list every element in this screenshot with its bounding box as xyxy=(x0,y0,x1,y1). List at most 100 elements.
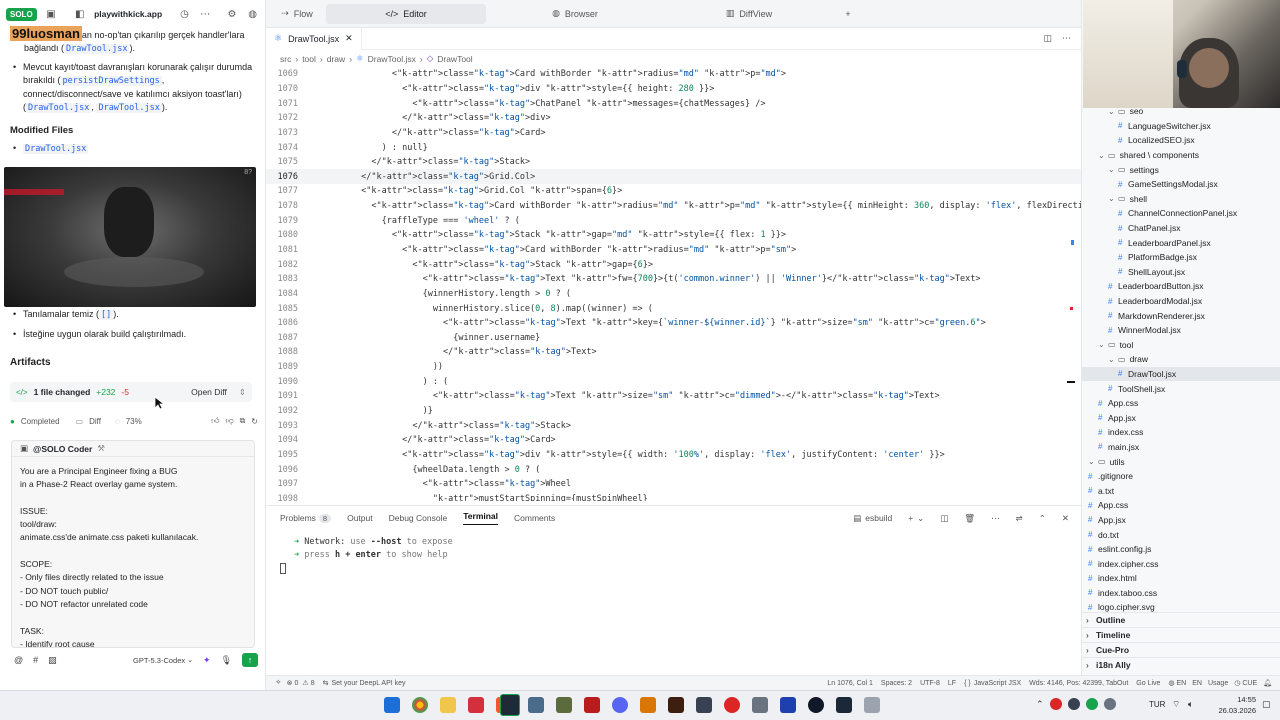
file-ref[interactable]: DrawTool.jsx xyxy=(64,44,130,54)
breadcrumb-item[interactable]: tool xyxy=(302,54,316,64)
hash-icon[interactable]: # xyxy=(33,655,38,665)
prompt-card[interactable]: ▣ @SOLO Coder ⚒ You are a Principal Engi… xyxy=(11,440,255,648)
notification-icon[interactable]: ▢ xyxy=(1262,699,1271,710)
chevron-updown-icon[interactable]: ⇕ xyxy=(239,387,246,398)
tree-folder[interactable]: ⌄ ▭ shell xyxy=(1082,192,1280,207)
code-line[interactable]: 1098 "k-attr">mustStartSpinning={mustSpi… xyxy=(266,492,1081,501)
encoding[interactable]: UTF-8 xyxy=(920,680,940,687)
app-icon[interactable] xyxy=(640,697,656,713)
thumbs-down-icon[interactable]: 👎︎ xyxy=(225,416,233,426)
code-line[interactable]: 1080 <"k-attr">class="k-tag">Stack "k-at… xyxy=(266,228,1081,243)
filezilla-icon[interactable] xyxy=(584,697,600,713)
send-button[interactable]: ↑ xyxy=(242,653,258,667)
code-line[interactable]: 1093 </"k-attr">class="k-tag">Stack> xyxy=(266,418,1081,433)
tab-terminal[interactable]: Terminal xyxy=(463,511,499,525)
app-icon[interactable] xyxy=(780,697,796,713)
mic-icon[interactable]: 🎙︎ xyxy=(221,655,232,666)
more-icon[interactable]: ⋯ xyxy=(991,513,1000,524)
code-line[interactable]: 1084 {winnerHistory.length > 0 ? ( xyxy=(266,287,1081,302)
eol[interactable]: LF xyxy=(948,680,956,687)
image-icon[interactable]: ▨ xyxy=(48,655,57,666)
tab-output[interactable]: Output xyxy=(347,513,373,523)
tree-file[interactable]: # LeaderboardModal.jsx xyxy=(1082,294,1280,309)
code-line[interactable]: 1069 <"k-attr">class="k-tag">Card withBo… xyxy=(266,67,1081,82)
chevron-down-icon[interactable]: ⌄ xyxy=(917,513,924,524)
close-panel-icon[interactable]: ✕ xyxy=(1062,513,1069,524)
tree-file[interactable]: # MarkdownRenderer.jsx xyxy=(1082,308,1280,323)
code-line[interactable]: 1095 <"k-attr">class="k-tag">div "k-attr… xyxy=(266,448,1081,463)
tree-file[interactable]: # App.jsx xyxy=(1082,410,1280,425)
breadcrumb-item[interactable]: DrawTool xyxy=(437,54,472,64)
volume-icon[interactable]: 🔈︎ xyxy=(1188,699,1193,710)
illustrator-icon[interactable] xyxy=(668,697,684,713)
split-terminal-icon[interactable]: ◫ xyxy=(940,513,948,524)
tree-file[interactable]: # PlatformBadge.jsx xyxy=(1082,250,1280,265)
app-icon[interactable] xyxy=(864,697,880,713)
remote-icon[interactable]: ⟡ xyxy=(276,679,281,687)
code-line[interactable]: 1083 <"k-attr">class="k-tag">Text "k-att… xyxy=(266,272,1081,287)
tree-file[interactable]: # ChannelConnectionPanel.jsx xyxy=(1082,206,1280,221)
windows-start-icon[interactable] xyxy=(384,697,400,713)
code-line[interactable]: 1094 </"k-attr">class="k-tag">Card> xyxy=(266,433,1081,448)
tree-file[interactable]: # App.jsx xyxy=(1082,513,1280,528)
tree-folder[interactable]: ⌄ ▭ shared \ components xyxy=(1082,148,1280,163)
sparkle-icon[interactable]: ✦ xyxy=(203,655,211,666)
tree-file[interactable]: # do.txt xyxy=(1082,527,1280,542)
mention-icon[interactable]: @ xyxy=(14,655,23,665)
error-count[interactable]: 0 xyxy=(295,680,299,687)
tray-icon[interactable] xyxy=(1068,698,1080,710)
add-tab-button[interactable]: + xyxy=(838,4,858,24)
tree-file[interactable]: # ToolShell.jsx xyxy=(1082,381,1280,396)
explorer-section[interactable]: › Cue-Pro xyxy=(1082,642,1280,657)
breadcrumb-item[interactable]: src xyxy=(280,54,291,64)
lang-indicator[interactable]: EN xyxy=(1192,680,1202,687)
code-line[interactable]: 1088 </"k-attr">class="k-tag">Text> xyxy=(266,345,1081,360)
tab-debug-console[interactable]: Debug Console xyxy=(389,513,448,523)
tray-chevron-icon[interactable]: ⌃ xyxy=(1036,699,1044,710)
trae-solo-icon[interactable] xyxy=(500,694,520,716)
chrome-icon[interactable] xyxy=(412,697,428,713)
code-line[interactable]: 1092 )} xyxy=(266,404,1081,419)
tree-file[interactable]: # eslint.config.js xyxy=(1082,542,1280,557)
tree-folder[interactable]: ⌄ ▭ utils xyxy=(1082,454,1280,469)
bell-icon[interactable]: 🔔︎ xyxy=(1263,679,1272,687)
warning-icon[interactable]: ⚠ xyxy=(302,679,308,687)
code-line[interactable]: 1078 <"k-attr">class="k-tag">Card withBo… xyxy=(266,199,1081,214)
artifact-card[interactable]: </> 1 file changed +232 -5 Open Diff ⇕ xyxy=(10,382,252,402)
code-line[interactable]: 1070 <"k-attr">class="k-tag">div "k-attr… xyxy=(266,82,1081,97)
solo-app-icon[interactable]: ▣ xyxy=(45,6,58,22)
code-line[interactable]: 1076 </"k-attr">class="k-tag">Grid.Col> xyxy=(266,169,1081,185)
agent-settings-icon[interactable]: ⚒ xyxy=(97,443,105,454)
retry-icon[interactable]: ↻ xyxy=(251,417,258,426)
sidebar-toggle-icon[interactable]: ◧ xyxy=(73,6,86,22)
more-icon[interactable]: ⋯ xyxy=(199,6,212,22)
tree-file[interactable]: # index.html xyxy=(1082,571,1280,586)
tree-file[interactable]: # LanguageSwitcher.jsx xyxy=(1082,119,1280,134)
deepl-status[interactable]: Set your DeepL API key xyxy=(331,680,405,687)
settings-icon[interactable]: ⚙ xyxy=(226,6,239,22)
indent-setting[interactable]: Spaces: 2 xyxy=(881,680,912,687)
explorer-section[interactable]: › i18n Ally xyxy=(1082,657,1280,672)
vivaldi-icon[interactable] xyxy=(468,697,484,713)
tree-file[interactable]: # WinnerModal.jsx xyxy=(1082,323,1280,338)
terminal-output[interactable]: ➜ Network: use --host to expose ➜ press … xyxy=(266,530,1081,574)
explorer-section[interactable]: › Timeline xyxy=(1082,627,1280,642)
code-line[interactable]: 1074 ) : null} xyxy=(266,140,1081,155)
tab-flow[interactable]: ⇢ Flow xyxy=(272,4,322,24)
thumbs-up-icon[interactable]: 👍︎ xyxy=(211,416,219,426)
tree-file[interactable]: # LeaderboardPanel.jsx xyxy=(1082,235,1280,250)
split-editor-icon[interactable]: ◫ xyxy=(1043,33,1052,44)
language-mode[interactable]: JavaScript JSX xyxy=(974,680,1021,687)
warning-count[interactable]: 8 xyxy=(311,680,315,687)
file-ref[interactable]: DrawTool.jsx xyxy=(26,103,92,113)
open-diff-button[interactable]: Open Diff xyxy=(191,387,227,397)
code-line[interactable]: 1082 <"k-attr">class="k-tag">Stack "k-at… xyxy=(266,257,1081,272)
new-terminal-icon[interactable]: + xyxy=(908,513,913,523)
tree-file[interactable]: # index.taboo.css xyxy=(1082,586,1280,601)
tree-file[interactable]: # ChatPanel.jsx xyxy=(1082,221,1280,236)
code-line[interactable]: 1097 <"k-attr">class="k-tag">Wheel xyxy=(266,477,1081,492)
folder-icon[interactable] xyxy=(440,697,456,713)
tree-file[interactable]: # DrawTool.jsx xyxy=(1082,366,1280,382)
vscode-like-icon[interactable] xyxy=(528,697,544,713)
copy-icon[interactable]: ⧉ xyxy=(240,416,246,426)
